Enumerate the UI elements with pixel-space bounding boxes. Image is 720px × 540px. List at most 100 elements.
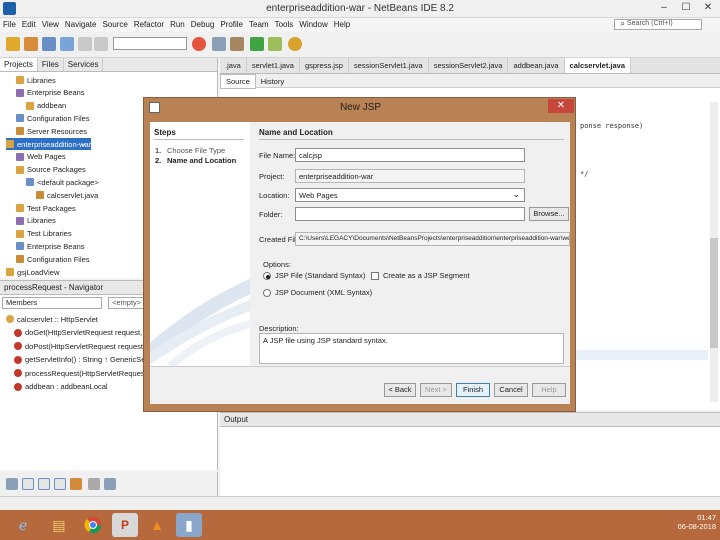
new-project-icon[interactable] bbox=[6, 37, 20, 51]
netbeans-taskbar-icon[interactable]: ▮ bbox=[176, 513, 202, 537]
navigator-item[interactable]: addbean : addbeanLocal bbox=[14, 381, 108, 393]
close-button[interactable]: ✕ bbox=[698, 1, 718, 15]
menu-run[interactable]: Run bbox=[167, 18, 188, 31]
tab-files[interactable]: Files bbox=[38, 58, 64, 71]
tree-item[interactable]: Test Libraries bbox=[16, 228, 72, 240]
editor-tab[interactable]: servlet1.java bbox=[247, 58, 300, 73]
location-select[interactable]: Web Pages bbox=[295, 188, 525, 202]
tree-item[interactable]: Web Pages bbox=[16, 151, 66, 163]
minimize-button[interactable]: – bbox=[654, 1, 674, 15]
run-icon[interactable] bbox=[250, 37, 264, 51]
menu-navigate[interactable]: Navigate bbox=[62, 18, 100, 31]
menu-help[interactable]: Help bbox=[331, 18, 353, 31]
navigator-item[interactable]: calcservlet :: HttpServlet bbox=[6, 313, 98, 325]
hammer-icon[interactable] bbox=[212, 37, 226, 51]
method-icon bbox=[14, 369, 22, 377]
navigator-members-select[interactable]: Members bbox=[2, 297, 102, 309]
chrome-icon[interactable] bbox=[80, 513, 106, 537]
tree-item[interactable]: <default package> bbox=[26, 176, 99, 188]
menu-debug[interactable]: Debug bbox=[188, 18, 218, 31]
source-tab[interactable]: Source bbox=[220, 74, 256, 89]
editor-tab[interactable]: sessionServlet2.java bbox=[429, 58, 509, 73]
editor-scroll-thumb[interactable] bbox=[710, 238, 718, 348]
search-input[interactable]: Search (Ctrl+I) bbox=[614, 19, 702, 30]
browse-button[interactable]: Browse... bbox=[529, 207, 569, 221]
browser-icon[interactable] bbox=[192, 37, 206, 51]
next-button[interactable]: Next > bbox=[420, 383, 452, 397]
tree-item[interactable]: Source Packages bbox=[16, 164, 86, 176]
menu-file[interactable]: File bbox=[0, 18, 19, 31]
inherited-icon[interactable] bbox=[88, 478, 100, 490]
navigator-item-label: calcservlet :: HttpServlet bbox=[17, 314, 98, 324]
editor-tab[interactable]: addbean.java bbox=[508, 58, 565, 73]
navigator-item[interactable]: getServletInfo() : String ↑ GenericServl… bbox=[14, 354, 160, 366]
filter-icon[interactable] bbox=[6, 478, 18, 490]
tab-projects[interactable]: Projects bbox=[0, 58, 38, 71]
show-fields-icon[interactable] bbox=[22, 478, 34, 490]
folder-icon bbox=[16, 242, 24, 251]
menu-edit[interactable]: Edit bbox=[19, 18, 39, 31]
file-name-input[interactable]: calcjsp bbox=[295, 148, 525, 162]
undo-icon[interactable] bbox=[78, 37, 92, 51]
tree-item[interactable]: Configuration Files bbox=[16, 253, 90, 265]
tree-item[interactable]: addbean bbox=[26, 100, 66, 112]
open-project-icon[interactable] bbox=[42, 37, 56, 51]
editor-tab[interactable]: sessionServlet1.java bbox=[349, 58, 429, 73]
jsp-file-radio[interactable] bbox=[263, 272, 271, 280]
tree-item[interactable]: gsjLoadView bbox=[6, 266, 59, 278]
menu-tools[interactable]: Tools bbox=[272, 18, 297, 31]
tree-item[interactable]: enterpriseaddition-war bbox=[6, 138, 92, 150]
internet-explorer-icon[interactable]: ℯ bbox=[10, 513, 36, 537]
tree-item[interactable]: Test Packages bbox=[16, 202, 76, 214]
redo-icon[interactable] bbox=[94, 37, 108, 51]
folder-input[interactable] bbox=[295, 207, 525, 221]
tab-services[interactable]: Services bbox=[64, 58, 104, 71]
history-tab[interactable]: History bbox=[256, 75, 289, 88]
save-all-icon[interactable] bbox=[60, 37, 74, 51]
tree-item[interactable]: Enterprise Beans bbox=[16, 87, 85, 99]
editor-tab[interactable]: gspress.jsp bbox=[300, 58, 349, 73]
show-static-icon[interactable] bbox=[38, 478, 50, 490]
tree-item[interactable]: Server Resources bbox=[16, 125, 87, 137]
dialog-close-button[interactable]: ✕ bbox=[548, 99, 574, 113]
editor-tab[interactable]: .java bbox=[220, 58, 247, 73]
tree-item[interactable]: Configuration Files bbox=[16, 112, 90, 124]
tree-item[interactable]: calcservlet.java bbox=[36, 189, 98, 201]
menu-refactor[interactable]: Refactor bbox=[131, 18, 167, 31]
folder-label: Folder: bbox=[259, 210, 283, 219]
menu-profile[interactable]: Profile bbox=[217, 18, 246, 31]
code-fragment: ponse response) bbox=[580, 122, 644, 130]
cancel-button[interactable]: Cancel bbox=[494, 383, 528, 397]
new-file-icon[interactable] bbox=[24, 37, 38, 51]
vlc-icon[interactable]: ▲ bbox=[144, 513, 170, 537]
segment-checkbox[interactable] bbox=[371, 272, 379, 280]
profile-icon[interactable] bbox=[288, 37, 302, 51]
show-nonpublic-icon[interactable] bbox=[54, 478, 66, 490]
finish-button[interactable]: Finish bbox=[456, 383, 490, 397]
help-button[interactable]: Help bbox=[532, 383, 566, 397]
menu-team[interactable]: Team bbox=[246, 18, 272, 31]
sort-icon[interactable] bbox=[70, 478, 82, 490]
navigator-item-label: addbean : addbeanLocal bbox=[25, 382, 108, 391]
tree-item[interactable]: Libraries bbox=[16, 74, 56, 86]
tree-item-label: Web Pages bbox=[27, 152, 66, 162]
menu-view[interactable]: View bbox=[39, 18, 62, 31]
sort-name-icon[interactable] bbox=[104, 478, 116, 490]
jsp-file-label: JSP File (Standard Syntax) bbox=[275, 271, 366, 280]
maximize-button[interactable]: ☐ bbox=[676, 1, 696, 15]
tree-item[interactable]: Enterprise Beans bbox=[16, 240, 85, 252]
debug-icon[interactable] bbox=[268, 37, 282, 51]
folder-icon bbox=[26, 101, 34, 110]
tree-item-label: Source Packages bbox=[27, 165, 86, 175]
menu-window[interactable]: Window bbox=[296, 18, 330, 31]
menu-source[interactable]: Source bbox=[99, 18, 130, 31]
editor-tab-active[interactable]: calcservlet.java bbox=[564, 58, 631, 73]
file-explorer-icon[interactable]: ▤ bbox=[46, 513, 72, 537]
config-select[interactable] bbox=[113, 37, 187, 50]
steps-heading: Steps bbox=[154, 128, 176, 137]
clean-build-icon[interactable] bbox=[230, 37, 244, 51]
tree-item[interactable]: Libraries bbox=[16, 215, 56, 227]
powerpoint-icon[interactable]: P bbox=[112, 513, 138, 537]
jsp-document-radio[interactable] bbox=[263, 289, 271, 297]
back-button[interactable]: < Back bbox=[384, 383, 416, 397]
